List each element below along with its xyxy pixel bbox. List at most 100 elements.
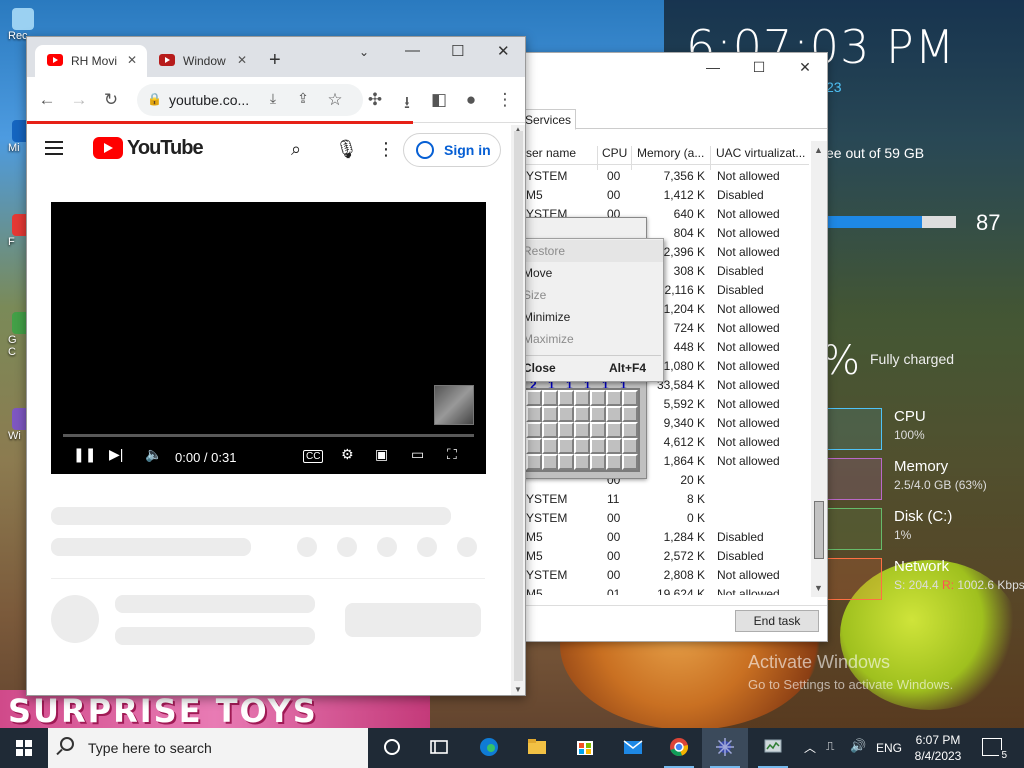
mine-cell[interactable] — [622, 390, 638, 406]
video-player[interactable]: ❚❚ ▶| 🔈 0:00 / 0:31 CC ⚙ ▣ ▭ ⛶ — [51, 202, 486, 474]
edge-taskbar-icon[interactable] — [466, 728, 512, 768]
taskbar-search-box[interactable]: Type here to search — [48, 728, 368, 768]
mail-taskbar-icon[interactable] — [610, 728, 656, 768]
volume-icon[interactable]: 🔊 — [850, 738, 866, 768]
mine-cell[interactable] — [542, 422, 558, 438]
video-progress-bar[interactable] — [63, 434, 474, 437]
mine-cell[interactable] — [606, 406, 622, 422]
mine-cell[interactable] — [542, 438, 558, 454]
tab-rh-movies[interactable]: RH Movi ✕ — [35, 45, 147, 77]
mine-cell[interactable] — [606, 438, 622, 454]
youtube-logo-icon[interactable] — [93, 137, 123, 159]
close-icon[interactable]: ✕ — [497, 42, 510, 60]
scroll-down-icon[interactable]: ▼ — [814, 583, 823, 593]
mine-cell[interactable] — [542, 406, 558, 422]
table-row[interactable]: M5 00 1,412 K Disabled — [523, 186, 809, 205]
install-icon[interactable]: ⤓ — [263, 90, 283, 107]
mine-cell[interactable] — [574, 390, 590, 406]
table-row[interactable]: M5 01 19,624 K Not allowed — [523, 585, 809, 595]
mine-cell[interactable] — [622, 406, 638, 422]
mine-cell[interactable] — [622, 438, 638, 454]
mine-cell[interactable] — [590, 390, 606, 406]
volume-icon[interactable]: 🔈 — [145, 446, 162, 463]
mine-cell[interactable] — [558, 454, 574, 470]
bookmark-star-icon[interactable]: ☆ — [325, 90, 345, 110]
column-header-user[interactable]: ser name — [526, 146, 576, 160]
scroll-thumb[interactable] — [814, 501, 824, 559]
mine-cell[interactable] — [558, 390, 574, 406]
side-panel-icon[interactable]: ◧ — [429, 90, 449, 110]
mine-cell[interactable] — [542, 454, 558, 470]
table-row[interactable]: YSTEM 11 8 K — [523, 490, 809, 509]
profile-icon[interactable]: ● — [461, 90, 481, 110]
mine-cell[interactable] — [590, 422, 606, 438]
minimize-icon[interactable]: — — [699, 59, 727, 79]
captions-icon[interactable]: CC — [303, 450, 324, 463]
menu-icon[interactable] — [45, 141, 63, 155]
file-explorer-taskbar-icon[interactable] — [514, 728, 560, 768]
chrome-taskbar-icon[interactable] — [656, 728, 702, 768]
scroll-down-icon[interactable]: ▼ — [514, 685, 522, 694]
scroll-up-icon[interactable]: ▲ — [814, 145, 823, 155]
end-task-button[interactable]: End task — [735, 610, 819, 632]
mine-cell[interactable] — [574, 454, 590, 470]
reload-icon[interactable]: ↻ — [101, 90, 121, 110]
theater-mode-icon[interactable]: ▭ — [411, 446, 424, 463]
table-row[interactable]: M5 00 2,572 K Disabled — [523, 547, 809, 566]
chrome-menu-icon[interactable]: ⋮ — [495, 90, 515, 110]
mine-cell[interactable] — [590, 454, 606, 470]
mine-cell[interactable] — [526, 454, 542, 470]
back-icon[interactable]: ← — [37, 90, 57, 110]
table-row[interactable]: YSTEM 00 7,356 K Not allowed — [523, 167, 809, 186]
mine-cell[interactable] — [606, 454, 622, 470]
chrome-window[interactable]: RH Movi ✕ Window ✕ + ⌄ — ☐ ✕ ← → ↻ 🔒 you… — [26, 36, 526, 696]
mine-cell[interactable] — [526, 422, 542, 438]
input-language[interactable]: ENG — [876, 741, 902, 768]
mine-cell[interactable] — [542, 390, 558, 406]
taskbar-clock[interactable]: 6:07 PM 8/4/2023 — [914, 732, 962, 764]
microphone-icon[interactable]: 🎙 — [335, 139, 358, 160]
settings-gear-icon[interactable]: ⚙ — [341, 446, 354, 463]
task-view-button[interactable] — [416, 728, 462, 768]
fullscreen-icon[interactable]: ⛶ — [447, 446, 457, 463]
cortana-button[interactable] — [369, 728, 415, 768]
mine-cell[interactable] — [526, 438, 542, 454]
minimize-icon[interactable]: — — [405, 42, 420, 59]
search-icon[interactable]: ⌕ — [291, 139, 301, 160]
table-row[interactable]: M5 00 1,284 K Disabled — [523, 528, 809, 547]
tab-search-icon[interactable]: ⌄ — [359, 45, 369, 59]
mine-cell[interactable] — [622, 454, 638, 470]
scroll-thumb[interactable] — [514, 131, 523, 681]
mine-cell[interactable] — [606, 422, 622, 438]
mine-cell[interactable] — [558, 406, 574, 422]
table-row[interactable]: YSTEM 00 2,808 K Not allowed — [523, 566, 809, 585]
lock-icon[interactable]: 🔒 — [147, 92, 162, 106]
column-header-memory[interactable]: Memory (a... — [637, 146, 704, 160]
pause-icon[interactable]: ❚❚ — [73, 446, 96, 463]
forward-icon[interactable]: → — [69, 90, 89, 110]
mine-cell[interactable] — [622, 422, 638, 438]
youtube-wordmark[interactable]: YouTube — [127, 137, 204, 160]
close-tab-icon[interactable]: ✕ — [237, 53, 247, 67]
column-header-uac[interactable]: UAC virtualizat... — [716, 146, 805, 160]
task-manager-scrollbar[interactable]: ▲ ▼ — [811, 141, 827, 597]
start-button[interactable] — [0, 728, 48, 768]
task-manager-titlebar[interactable]: — ☐ ✕ — [523, 53, 827, 85]
network-icon[interactable]: ⎍ — [826, 739, 834, 768]
mine-cell[interactable] — [558, 438, 574, 454]
next-video-icon[interactable]: ▶| — [109, 446, 123, 463]
close-tab-icon[interactable]: ✕ — [127, 53, 137, 67]
tab-windows[interactable]: Window ✕ — [147, 45, 257, 77]
mine-cell[interactable] — [526, 390, 542, 406]
video-preview-thumbnail[interactable] — [434, 385, 474, 425]
maximize-icon[interactable]: ☐ — [745, 59, 773, 79]
mine-cell[interactable] — [606, 390, 622, 406]
maximize-icon[interactable]: ☐ — [451, 42, 464, 60]
more-options-icon[interactable]: ⋮ — [377, 139, 395, 160]
store-taskbar-icon[interactable] — [562, 728, 608, 768]
table-row[interactable]: YSTEM 00 0 K — [523, 509, 809, 528]
mine-cell[interactable] — [574, 406, 590, 422]
tab-services[interactable]: Services — [523, 109, 577, 130]
mine-cell[interactable] — [590, 406, 606, 422]
mine-cell[interactable] — [574, 422, 590, 438]
